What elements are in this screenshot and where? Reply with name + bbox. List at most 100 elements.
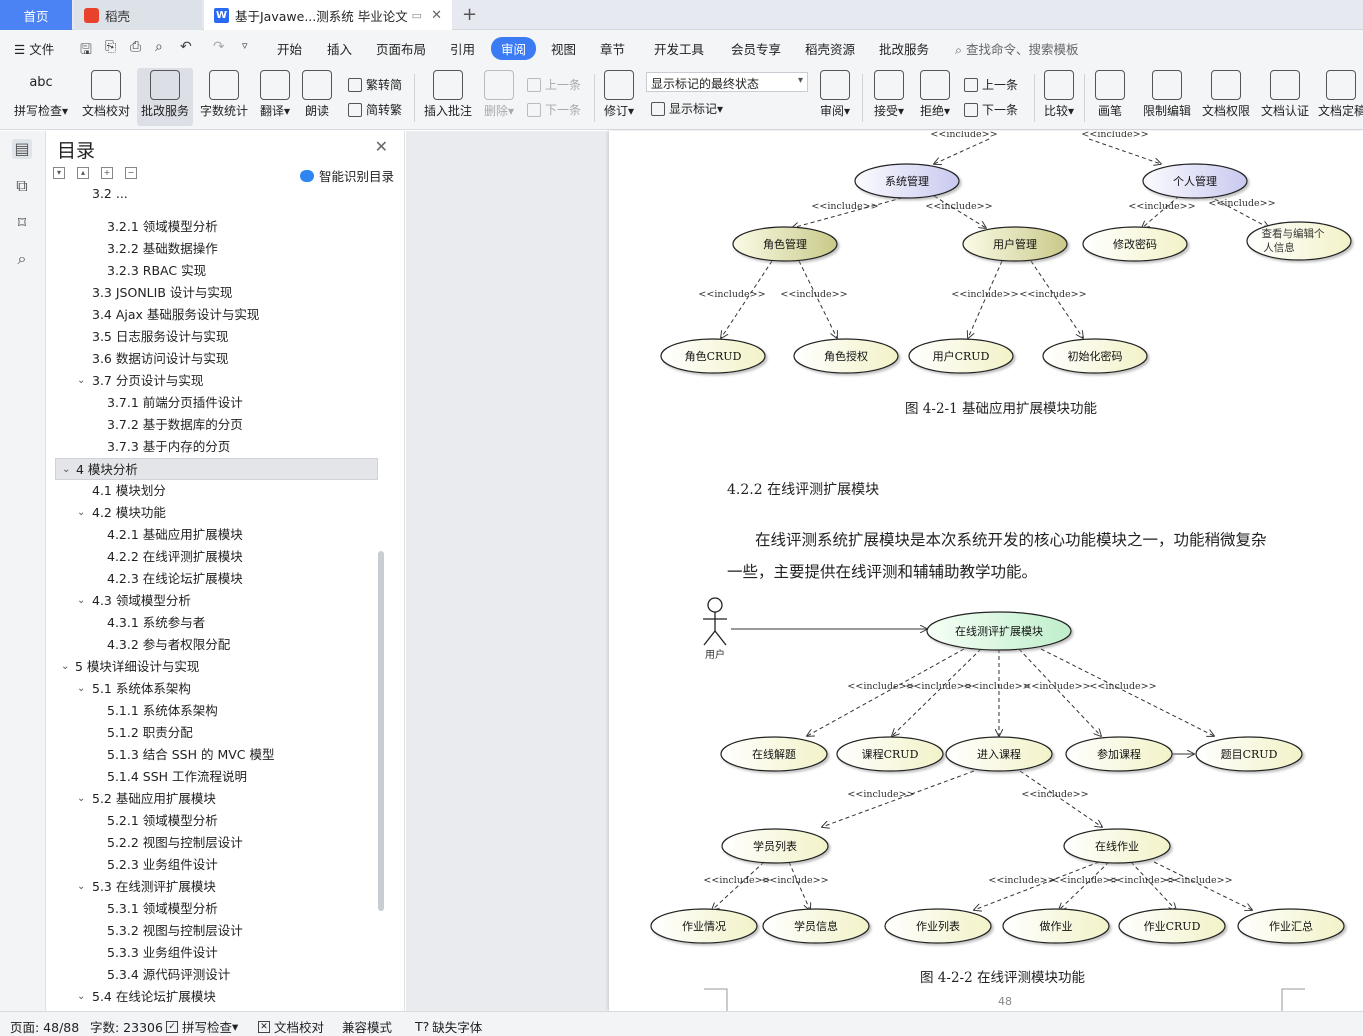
close-icon[interactable]: ✕ bbox=[375, 137, 388, 156]
word-count-button[interactable]: 字数统计 bbox=[197, 68, 251, 126]
add-item-icon[interactable]: + bbox=[101, 167, 113, 179]
doc-permission-button[interactable]: 文档权限 bbox=[1199, 68, 1253, 126]
toc-item[interactable]: 4.2.1 基础应用扩展模块 bbox=[55, 524, 378, 546]
tab-daoke[interactable]: 稻壳 bbox=[74, 0, 202, 30]
restrict-edit-button[interactable]: 限制编辑 bbox=[1140, 68, 1194, 126]
expand-up-icon[interactable]: ▴ bbox=[77, 167, 89, 179]
review-pane-button[interactable]: 审阅▾ bbox=[816, 68, 854, 126]
toc-item[interactable]: 3.6 数据访问设计与实现 bbox=[55, 348, 378, 370]
toc-item[interactable]: 5.3.3 业务组件设计 bbox=[55, 942, 378, 964]
toc-item[interactable]: 4.2.2 在线评测扩展模块 bbox=[55, 546, 378, 568]
prev-comment-button[interactable]: 上一条 bbox=[527, 76, 581, 93]
missing-font-button[interactable]: T? 缺失字体 bbox=[415, 1017, 482, 1036]
toc-item[interactable]: 5.1.4 SSH 工作流程说明 bbox=[55, 766, 378, 788]
delete-comment-button[interactable]: 删除▾ bbox=[480, 68, 518, 126]
find-icon[interactable]: ⌕ bbox=[12, 249, 32, 269]
reject-button[interactable]: 拒绝▾ bbox=[916, 68, 954, 126]
menu-reference[interactable]: 引用 bbox=[450, 39, 475, 58]
command-search[interactable]: ⌕ 查找命令、搜索模板 bbox=[955, 39, 1079, 58]
file-menu[interactable]: ☰ 文件 bbox=[14, 39, 54, 58]
toc-item[interactable]: 5.3.4 源代码评测设计 bbox=[55, 964, 378, 986]
pin-icon[interactable]: ▭ bbox=[412, 9, 422, 22]
toc-item[interactable]: ⌄ 5.2 基础应用扩展模块 bbox=[55, 788, 378, 810]
undo-icon[interactable]: ↶ bbox=[180, 39, 192, 55]
nav-panel-icon[interactable]: ⧉ bbox=[12, 176, 32, 196]
next-comment-button[interactable]: 下一条 bbox=[527, 101, 581, 118]
toc-item[interactable]: 3.2 ... bbox=[55, 186, 378, 205]
toc-item[interactable]: 5.3.2 视图与控制层设计 bbox=[55, 920, 378, 942]
tab-document[interactable]: W 基于Javawe...测系统 毕业论文 ▭ ✕ bbox=[204, 0, 452, 30]
toc-item[interactable]: 5.3.1 领域模型分析 bbox=[55, 898, 378, 920]
toc-item[interactable]: 5.2.1 领域模型分析 bbox=[55, 810, 378, 832]
chevron-down-icon[interactable]: ⌄ bbox=[77, 986, 85, 1008]
menu-review[interactable]: 审阅 bbox=[491, 37, 537, 60]
chevron-down-icon[interactable]: ⌄ bbox=[77, 678, 85, 700]
revise-button[interactable]: 修订▾ bbox=[600, 68, 638, 126]
menu-devtools[interactable]: 开发工具 bbox=[654, 39, 704, 58]
toc-item[interactable]: ⌄ 5.1 系统体系架构 bbox=[55, 678, 378, 700]
menu-member[interactable]: 会员专享 bbox=[731, 39, 781, 58]
menu-start[interactable]: 开始 bbox=[277, 39, 302, 58]
correct-service-button[interactable]: 批改服务 bbox=[137, 68, 193, 126]
chevron-down-icon[interactable]: ⌄ bbox=[77, 876, 85, 898]
save-icon[interactable]: 🖫 bbox=[80, 39, 92, 63]
toc-item[interactable]: 3.4 Ajax 基础服务设计与实现 bbox=[55, 304, 378, 326]
toc-item[interactable]: 5.1.3 结合 SSH 的 MVC 模型 bbox=[55, 744, 378, 766]
markup-state-select[interactable]: 显示标记的最终状态 bbox=[646, 72, 808, 92]
chevron-down-icon[interactable]: ⌄ bbox=[61, 656, 69, 678]
menu-view[interactable]: 视图 bbox=[551, 39, 576, 58]
doc-final-button[interactable]: 文档定稿 bbox=[1318, 68, 1363, 126]
toc-item[interactable]: 3.2.2 基础数据操作 bbox=[55, 238, 378, 260]
compare-button[interactable]: 比较▾ bbox=[1040, 68, 1078, 126]
chevron-down-icon[interactable]: ⌄ bbox=[62, 459, 70, 481]
translate-button[interactable]: 翻译▾ bbox=[256, 68, 294, 126]
remove-item-icon[interactable]: − bbox=[125, 167, 137, 179]
chevron-down-icon[interactable]: ⌄ bbox=[77, 590, 85, 612]
customize-qa-icon[interactable]: ▿ bbox=[242, 39, 248, 52]
chevron-down-icon[interactable]: ⌄ bbox=[77, 370, 85, 392]
menu-layout[interactable]: 页面布局 bbox=[376, 39, 426, 58]
chevron-down-icon[interactable]: ⌄ bbox=[77, 502, 85, 524]
next-revision-button[interactable]: 下一条 bbox=[964, 101, 1018, 118]
tab-home[interactable]: 首页 bbox=[0, 0, 72, 30]
smart-toc-button[interactable]: 智能识别目录 bbox=[299, 166, 394, 185]
toc-item[interactable]: 3.7.3 基于内存的分页 bbox=[55, 436, 378, 458]
read-aloud-button[interactable]: 朗读 bbox=[300, 68, 334, 126]
toc-scrollbar[interactable] bbox=[378, 551, 384, 911]
toc-item[interactable]: 4.3.2 参与者权限分配 bbox=[55, 634, 378, 656]
accept-button[interactable]: 接受▾ bbox=[870, 68, 908, 126]
collapse-all-icon[interactable]: ▾ bbox=[53, 167, 65, 179]
spell-check-button[interactable]: abc 拼写检查▾ bbox=[10, 68, 72, 126]
prev-revision-button[interactable]: 上一条 bbox=[964, 76, 1018, 93]
toc-item[interactable]: ⌄ 5.3 在线测评扩展模块 bbox=[55, 876, 378, 898]
toc-item[interactable]: ⌄ 5.4 在线论坛扩展模块 bbox=[55, 986, 378, 1008]
new-tab-icon[interactable]: + bbox=[462, 4, 477, 25]
toc-item[interactable]: ⌄ 4.3 领域模型分析 bbox=[55, 590, 378, 612]
word-count-indicator[interactable]: 字数: 23306 bbox=[90, 1017, 163, 1036]
toc-item[interactable]: ⌄ 4 模块分析 bbox=[55, 458, 378, 480]
toc-item[interactable]: 3.2.1 领域模型分析 bbox=[55, 216, 378, 238]
toc-item[interactable]: 5.1.2 职责分配 bbox=[55, 722, 378, 744]
bookmark-icon[interactable]: ⌑ bbox=[12, 213, 32, 233]
toc-item[interactable]: 5.1.1 系统体系架构 bbox=[55, 700, 378, 722]
redo-icon[interactable]: ↷ bbox=[213, 39, 225, 55]
toc-item[interactable]: 3.3 JSONLIB 设计与实现 bbox=[55, 282, 378, 304]
status-spell-check[interactable]: ✓ 拼写检查 ▾ bbox=[166, 1017, 238, 1036]
doc-cert-button[interactable]: 文档认证 bbox=[1258, 68, 1312, 126]
toc-item[interactable]: 3.5 日志服务设计与实现 bbox=[55, 326, 378, 348]
print-icon[interactable]: ⎙ bbox=[130, 39, 141, 55]
toc-item[interactable]: 3.2.3 RBAC 实现 bbox=[55, 260, 378, 282]
menu-chapter[interactable]: 章节 bbox=[600, 39, 625, 58]
status-doc-proof[interactable]: ✕ 文档校对 bbox=[258, 1017, 324, 1036]
toc-item[interactable]: 4.2.3 在线论坛扩展模块 bbox=[55, 568, 378, 590]
toc-item[interactable]: ⌄ 3.7 分页设计与实现 bbox=[55, 370, 378, 392]
show-markup-button[interactable]: 显示标记 ▾ bbox=[651, 100, 723, 117]
page-indicator[interactable]: 页面: 48/88 bbox=[10, 1017, 79, 1036]
menu-insert[interactable]: 插入 bbox=[327, 39, 352, 58]
toc-item[interactable]: 3.7.1 前端分页插件设计 bbox=[55, 392, 378, 414]
simp-to-trad-button[interactable]: 简转繁 bbox=[348, 101, 402, 118]
toc-item[interactable]: 4.3.1 系统参与者 bbox=[55, 612, 378, 634]
chevron-down-icon[interactable]: ⌄ bbox=[77, 788, 85, 810]
trad-to-simp-button[interactable]: 繁转简 bbox=[348, 76, 402, 93]
toc-item[interactable]: ⌄ 5 模块详细设计与实现 bbox=[55, 656, 378, 678]
